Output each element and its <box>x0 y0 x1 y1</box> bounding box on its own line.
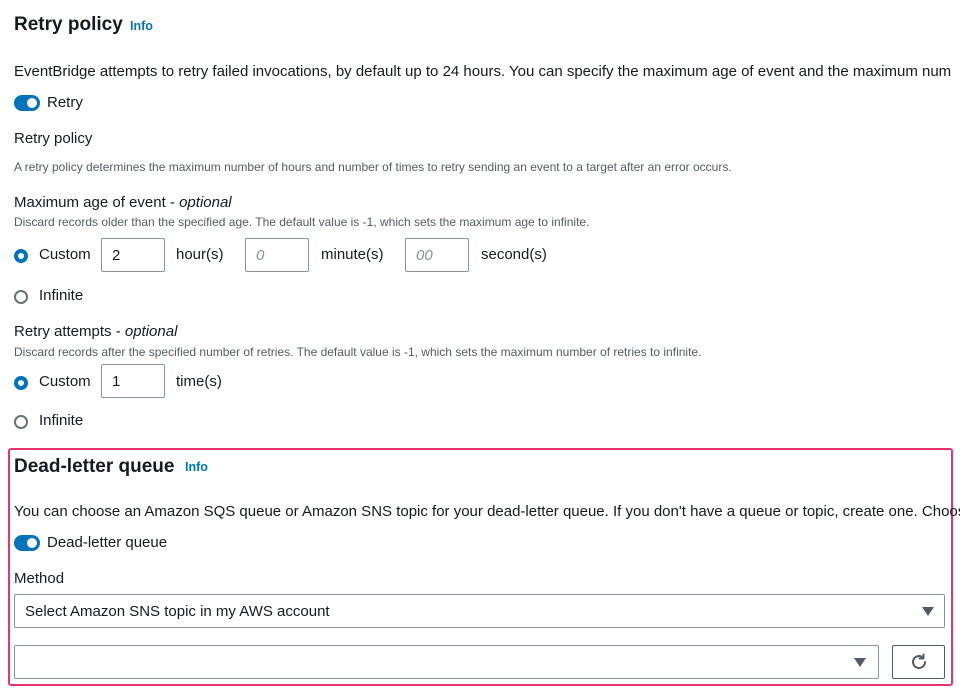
retry-policy-label: Retry policy <box>14 130 93 147</box>
retry-policy-heading: Retry policy <box>14 14 123 35</box>
toggle-knob <box>27 538 37 548</box>
method-select[interactable]: Select Amazon SNS topic in my AWS accoun… <box>14 594 945 628</box>
max-age-seconds-input[interactable] <box>405 238 469 272</box>
method-label: Method <box>14 570 65 587</box>
max-age-infinite-label: Infinite <box>39 287 84 304</box>
dlq-toggle-label: Dead-letter queue <box>47 534 168 551</box>
page: Retry policy Info EventBridge attempts t… <box>0 0 960 691</box>
retry-policy-help: A retry policy determines the maximum nu… <box>14 160 732 174</box>
sns-topic-select[interactable] <box>14 645 879 679</box>
retry-toggle-label: Retry <box>47 94 83 111</box>
retry-attempts-input[interactable] <box>101 364 165 398</box>
hours-unit-label: hour(s) <box>176 246 224 263</box>
max-age-minutes-input[interactable] <box>245 238 309 272</box>
max-age-description: Discard records older than the specified… <box>14 215 590 229</box>
refresh-icon <box>912 653 926 669</box>
retry-policy-description: EventBridge attempts to retry failed inv… <box>14 63 952 80</box>
retry-policy-info-link[interactable]: Info <box>130 19 153 33</box>
retry-attempts-optional: optional <box>124 323 178 340</box>
dlq-description: You can choose an Amazon SQS queue or Am… <box>14 503 960 520</box>
retry-attempts-label-text: Retry attempts <box>14 323 112 340</box>
max-age-optional: optional <box>179 194 232 211</box>
max-age-custom-label: Custom <box>39 246 91 263</box>
retry-toggle[interactable] <box>14 95 40 111</box>
retry-attempts-infinite-label: Infinite <box>39 412 84 429</box>
retry-attempts-custom-radio[interactable] <box>14 376 28 390</box>
caret-down-icon <box>922 607 934 616</box>
times-unit-label: time(s) <box>176 373 222 390</box>
max-age-label-text: Maximum age of event <box>14 194 166 211</box>
retry-attempts-custom-label: Custom <box>39 373 91 390</box>
max-age-hours-input[interactable] <box>101 238 165 272</box>
seconds-unit-label: second(s) <box>481 246 547 263</box>
retry-attempts-infinite-radio[interactable] <box>14 415 28 429</box>
minutes-unit-label: minute(s) <box>321 246 384 263</box>
max-age-infinite-radio[interactable] <box>14 290 28 304</box>
max-age-label: Maximum age of event - optional <box>14 194 232 211</box>
refresh-button[interactable] <box>892 645 945 679</box>
retry-attempts-description: Discard records after the specified numb… <box>14 345 702 359</box>
toggle-knob <box>27 98 37 108</box>
dlq-heading: Dead-letter queue <box>14 456 175 477</box>
caret-down-icon <box>854 658 866 667</box>
dlq-toggle[interactable] <box>14 535 40 551</box>
dlq-info-link[interactable]: Info <box>185 460 208 474</box>
retry-attempts-label: Retry attempts - optional <box>14 323 178 340</box>
max-age-custom-radio[interactable] <box>14 249 28 263</box>
method-select-value: Select Amazon SNS topic in my AWS accoun… <box>25 603 330 620</box>
